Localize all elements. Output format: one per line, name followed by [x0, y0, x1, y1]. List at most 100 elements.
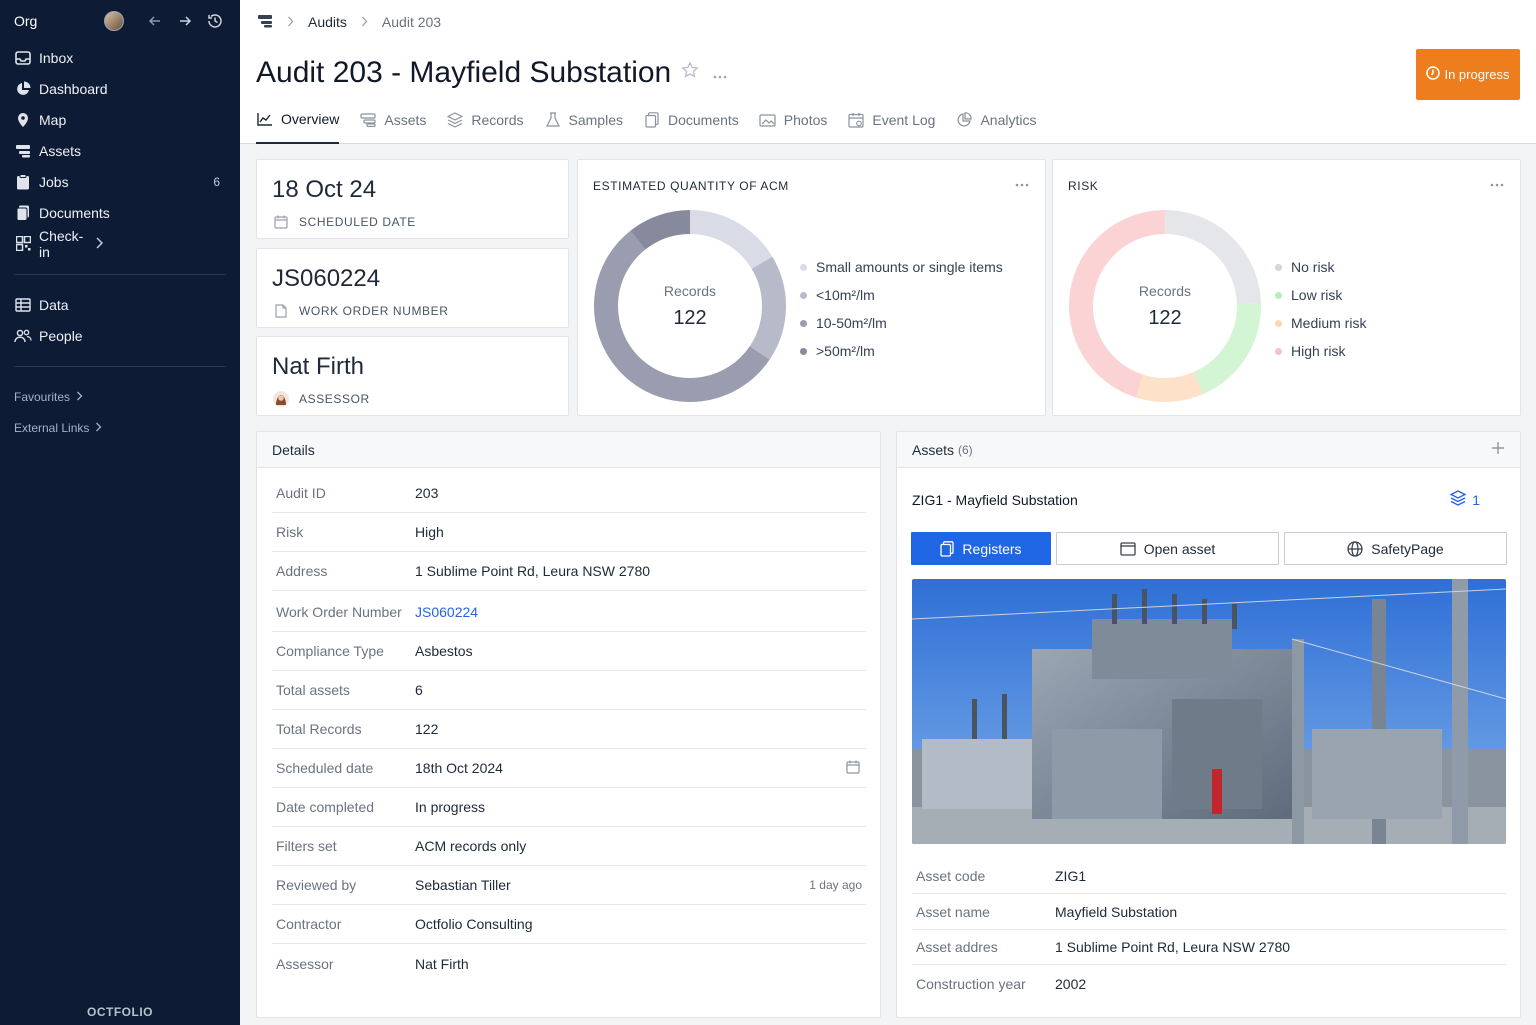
history-icon[interactable]	[204, 10, 226, 32]
sidebar-header: Org	[0, 0, 240, 42]
tab-samples[interactable]: Samples	[544, 106, 623, 134]
tab-documents[interactable]: Documents	[643, 106, 739, 134]
flask-icon	[544, 111, 562, 129]
details-header: Details	[257, 432, 880, 468]
avatar[interactable]	[104, 11, 124, 31]
registers-label: Registers	[962, 540, 1022, 557]
details-row-key: Address	[276, 563, 328, 579]
asset-detail-key: Asset name	[916, 903, 990, 920]
sidebar-divider	[14, 366, 226, 367]
table-icon	[14, 296, 32, 314]
details-row-key: Assessor	[276, 955, 334, 972]
tab-label: Overview	[281, 111, 340, 127]
legend-dot	[1275, 347, 1282, 355]
details-row-value: 122	[415, 721, 439, 737]
external-links-label: External Links	[14, 420, 90, 435]
asset-detail-value: Mayfield Substation	[1055, 903, 1178, 920]
safety-page-label: SafetyPage	[1371, 540, 1444, 557]
kpi-label-row: SCHEDULED DATE	[273, 214, 416, 230]
tab-label: Analytics	[980, 112, 1037, 128]
tab-label: Photos	[783, 112, 828, 128]
calendar-icon[interactable]	[846, 760, 860, 777]
legend-dot	[1275, 291, 1282, 299]
sidebar-item-assets[interactable]: Assets	[0, 135, 240, 166]
details-row-key: Date completed	[276, 799, 375, 815]
sidebar-item-label: Documents	[39, 204, 110, 221]
tab-assets[interactable]: Assets	[359, 106, 426, 134]
asset-detail-key: Construction year	[916, 976, 1026, 992]
sidebar-item-label: Inbox	[39, 49, 74, 66]
details-row-value: 1 Sublime Point Rd, Leura NSW 2780	[415, 563, 651, 579]
sidebar-item-check-in[interactable]: Check-in	[0, 228, 240, 260]
tab-records[interactable]: Records	[446, 106, 524, 134]
legend-item: <10m²/lm	[800, 281, 1003, 309]
legend-dot	[800, 319, 807, 327]
tab-photos[interactable]: Photos	[759, 106, 828, 134]
sidebar-favourites[interactable]: Favourites	[0, 381, 240, 412]
breadcrumb-chevron-icon	[287, 14, 294, 30]
forward-arrow-icon[interactable]	[174, 10, 196, 32]
sidebar-item-inbox[interactable]: Inbox	[0, 42, 240, 73]
details-row-value: Asbestos	[415, 643, 473, 659]
details-row-key: Total assets	[276, 682, 350, 698]
breadcrumb-audits[interactable]: Audits	[308, 14, 347, 30]
more-options-icon[interactable]	[713, 63, 727, 84]
open-asset-button[interactable]: Open asset	[1056, 532, 1279, 565]
more-options-icon[interactable]	[1490, 174, 1504, 192]
more-options-icon[interactable]	[1015, 174, 1029, 192]
breadcrumb-chevron-icon	[361, 14, 368, 30]
audits-home-icon[interactable]	[257, 14, 273, 31]
tab-analytics[interactable]: Analytics	[955, 106, 1036, 134]
asset-detail-row: Asset name Mayfield Substation	[912, 894, 1506, 930]
details-row: Total assets 6	[272, 671, 866, 710]
asset-title: ZIG1 - Mayfield Substation	[912, 492, 1078, 508]
sidebar-divider	[14, 274, 226, 275]
sidebar-item-documents[interactable]: Documents	[0, 197, 240, 228]
status-label: In progress	[1444, 67, 1510, 82]
acm-legend: Small amounts or single items <10m²/lm 1…	[800, 253, 1003, 365]
kpi-value: 18 Oct 24	[272, 176, 377, 203]
details-row-value[interactable]: JS060224	[415, 604, 866, 620]
star-icon[interactable]	[681, 61, 699, 85]
legend-label: Medium risk	[1291, 315, 1367, 331]
status-button[interactable]: In progress	[1416, 49, 1520, 100]
sidebar-item-jobs[interactable]: Jobs 6	[0, 166, 240, 197]
legend-item: Small amounts or single items	[800, 253, 1003, 281]
details-row: Contractor Octfolio Consulting	[272, 905, 866, 944]
asset-detail-value: 2002	[1055, 976, 1087, 992]
tab-label: Documents	[667, 112, 739, 128]
sidebar-item-data[interactable]: Data	[0, 289, 240, 320]
inbox-icon	[14, 49, 32, 67]
details-row-value: 6	[415, 682, 423, 698]
safety-page-button[interactable]: SafetyPage	[1284, 532, 1507, 565]
add-icon[interactable]	[1491, 438, 1505, 461]
legend-item: High risk	[1275, 337, 1366, 365]
legend-item: 10-50m²/lm	[800, 309, 1003, 337]
legend-item: Medium risk	[1275, 309, 1366, 337]
legend-label: High risk	[1291, 343, 1346, 359]
kpi-assessor: Nat Firth ASSESSOR	[256, 336, 569, 416]
tab-overview[interactable]: Overview	[256, 106, 340, 144]
assets-panel: Assets (6) ZIG1 - Mayfield Substation 1 …	[896, 431, 1521, 1018]
sidebar-item-dashboard[interactable]: Dashboard	[0, 73, 240, 104]
legend-item: No risk	[1275, 253, 1366, 281]
registers-button[interactable]: Registers	[911, 532, 1051, 565]
details-row-key: Work Order Number	[276, 604, 402, 620]
chart-title: RISK	[1068, 179, 1099, 193]
sidebar-item-map[interactable]: Map	[0, 104, 240, 135]
asset-layers-link[interactable]: 1	[1449, 490, 1480, 509]
tab-event-log[interactable]: Event Log	[847, 106, 935, 134]
back-arrow-icon[interactable]	[144, 10, 166, 32]
asset-detail-value: 1 Sublime Point Rd, Leura NSW 2780	[1055, 938, 1291, 955]
asset-detail-key: Asset code	[916, 867, 986, 884]
reviewed-time: 1 day ago	[809, 878, 862, 892]
window-icon	[1120, 541, 1136, 556]
sidebar-item-label: Dashboard	[39, 80, 108, 97]
org-switcher[interactable]: Org	[14, 13, 104, 29]
kpi-value: Nat Firth	[272, 353, 365, 380]
acm-chart-card: ESTIMATED QUANTITY OF ACM Records 122 Sm…	[577, 159, 1046, 416]
sidebar-item-people[interactable]: People	[0, 320, 240, 351]
details-row: Work Order Number JS060224	[272, 593, 866, 632]
sidebar-external-links[interactable]: External Links	[0, 412, 240, 443]
details-row: Compliance Type Asbestos	[272, 632, 866, 671]
